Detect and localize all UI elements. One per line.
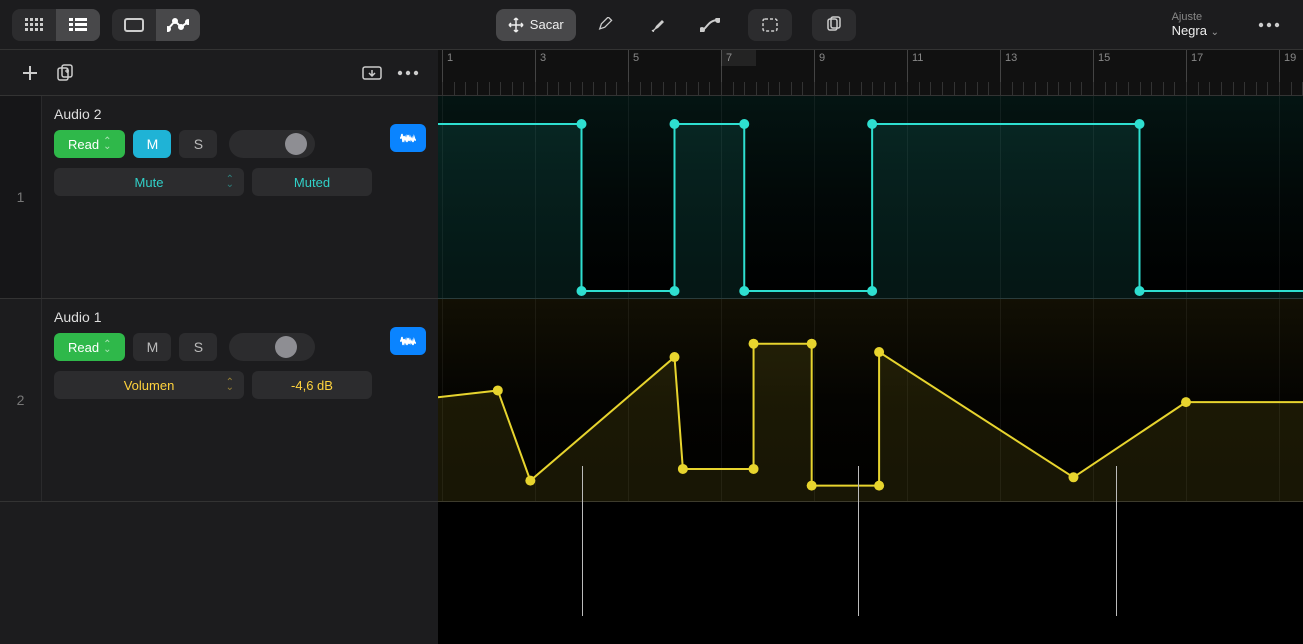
automation-node[interactable] (525, 476, 535, 486)
view-grid-button[interactable] (12, 9, 56, 41)
automation-node[interactable] (1181, 397, 1191, 407)
automation-node[interactable] (670, 119, 680, 129)
automation-node[interactable] (749, 339, 759, 349)
automation-node[interactable] (739, 286, 749, 296)
ruler-tick-major: 9 (814, 50, 829, 96)
solo-button[interactable]: S (179, 333, 217, 361)
automation-mode-select[interactable]: Read ⌃⌄ (54, 333, 125, 361)
automation-node[interactable] (807, 339, 817, 349)
track-more-button[interactable] (390, 55, 426, 91)
chevron-updown-icon: ⌃⌄ (226, 177, 234, 187)
automation-node[interactable] (874, 481, 884, 491)
ruler-tick-major: 5 (628, 50, 643, 96)
automation-node[interactable] (670, 286, 680, 296)
automation-node[interactable] (577, 119, 587, 129)
duplicate-track-button[interactable] (48, 55, 84, 91)
automation-param-select[interactable]: Mute ⌃⌄ (54, 168, 244, 196)
track-headers-panel: 1 Audio 2 Read ⌃⌄ M S Mute ⌃⌄ Muted (0, 96, 438, 644)
solo-button[interactable]: S (179, 130, 217, 158)
ruler-tick-major: 15 (1093, 50, 1114, 96)
automation-param-select[interactable]: Volumen ⌃⌄ (54, 371, 244, 399)
automation-node[interactable] (867, 119, 877, 129)
track-header-2[interactable]: 2 Audio 1 Read ⌃⌄ M S Volumen ⌃⌄ -4,6 dB (0, 299, 438, 502)
ajuste-value: Negra (1172, 23, 1207, 38)
view-automation-button[interactable] (156, 9, 200, 41)
select-tool-button[interactable] (748, 9, 792, 41)
chevron-updown-icon: ⌃⌄ (226, 380, 234, 390)
automation-node[interactable] (749, 464, 759, 474)
automation-node[interactable] (874, 347, 884, 357)
mute-button[interactable]: M (133, 333, 171, 361)
timeline-ruler[interactable]: 135791113151719 (438, 50, 1303, 96)
ruler-tick-major: 19 (1279, 50, 1300, 96)
track-waveform-button[interactable] (390, 124, 426, 152)
automation-area[interactable] (438, 96, 1303, 644)
automation-lane-volume[interactable] (438, 299, 1303, 502)
curve-tool-button[interactable] (688, 9, 732, 41)
mute-button[interactable]: M (133, 130, 171, 158)
sacar-button[interactable]: Sacar (496, 9, 576, 41)
ruler-tick-major: 11 (907, 50, 927, 96)
automation-node[interactable] (1068, 472, 1078, 482)
track-index: 2 (0, 299, 42, 501)
more-menu-button[interactable] (1247, 22, 1291, 28)
automation-mode-select[interactable]: Read ⌃⌄ (54, 130, 125, 158)
track-index: 1 (0, 96, 42, 298)
automation-node[interactable] (1135, 286, 1145, 296)
ruler-tick-major: 13 (1000, 50, 1021, 96)
ruler-tick-major: 1 (442, 50, 457, 96)
automation-node[interactable] (678, 464, 688, 474)
track-name: Audio 2 (54, 106, 426, 122)
pencil-tool-button[interactable] (584, 9, 628, 41)
brush-tool-button[interactable] (636, 9, 680, 41)
automation-node[interactable] (807, 481, 817, 491)
pan-slider[interactable] (229, 333, 315, 361)
ajuste-caption: Ajuste (1172, 11, 1219, 23)
automation-node[interactable] (493, 385, 503, 395)
automation-param-value[interactable]: Muted (252, 168, 372, 196)
snap-setting[interactable]: Ajuste Negra ⌄ (1172, 11, 1219, 38)
top-toolbar: Sacar Ajuste Negra ⌄ (0, 0, 1303, 50)
automation-node[interactable] (577, 286, 587, 296)
automation-param-value[interactable]: -4,6 dB (252, 371, 372, 399)
pan-slider[interactable] (229, 130, 315, 158)
chevron-updown-icon: ⌃⌄ (103, 342, 111, 352)
track-header-1[interactable]: 1 Audio 2 Read ⌃⌄ M S Mute ⌃⌄ Muted (0, 96, 438, 299)
ruler-tick-major: 3 (535, 50, 550, 96)
automation-node[interactable] (867, 286, 877, 296)
sacar-label: Sacar (530, 17, 564, 32)
automation-lane-mute[interactable] (438, 96, 1303, 299)
track-waveform-button[interactable] (390, 327, 426, 355)
import-button[interactable] (354, 55, 390, 91)
cycle-region[interactable] (721, 50, 756, 66)
automation-node[interactable] (670, 352, 680, 362)
ruler-tick-major: 17 (1186, 50, 1207, 96)
automation-node[interactable] (1135, 119, 1145, 129)
view-region-button[interactable] (112, 9, 156, 41)
add-track-button[interactable] (12, 55, 48, 91)
chevron-updown-icon: ⌃⌄ (103, 139, 111, 149)
track-name: Audio 1 (54, 309, 426, 325)
automation-node[interactable] (739, 119, 749, 129)
move-icon (508, 17, 524, 33)
copy-tool-button[interactable] (812, 9, 856, 41)
view-list-button[interactable] (56, 9, 100, 41)
